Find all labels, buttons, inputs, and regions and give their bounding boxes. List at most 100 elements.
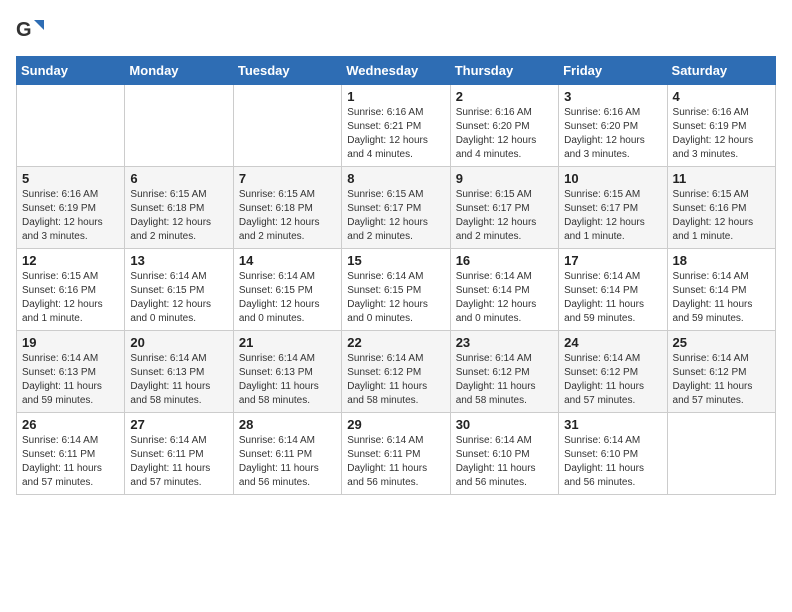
day-cell: 9Sunrise: 6:15 AMSunset: 6:17 PMDaylight…	[450, 167, 558, 249]
day-header-monday: Monday	[125, 57, 233, 85]
day-number: 3	[564, 89, 661, 104]
logo: G	[16, 16, 48, 44]
day-cell: 29 Sunrise: 6:14 AMSunset: 6:11 PMDayligh…	[342, 413, 450, 495]
day-info: Sunrise: 6:16 AMSunset: 6:19 PMDaylight:…	[22, 188, 119, 244]
day-info: Sunrise: 6:14 AMSunset: 6:11 PMDaylight:…	[239, 434, 336, 490]
svg-text:G: G	[16, 19, 32, 41]
day-info: Sunrise: 6:14 AMSunset: 6:11 PMDaylight:…	[130, 434, 227, 490]
day-number: 6	[130, 171, 227, 186]
day-info: Sunrise: 6:15 AMSunset: 6:17 PMDaylight:…	[347, 188, 444, 244]
day-info: Sunrise: 6:14 AMSunset: 6:12 PMDaylight:…	[673, 352, 770, 408]
day-cell: 8Sunrise: 6:15 AMSunset: 6:17 PMDaylight…	[342, 167, 450, 249]
day-number: 18	[673, 253, 770, 268]
week-row-3: 12 Sunrise: 6:15 AMSunset: 6:16 PMDayligh…	[17, 249, 776, 331]
day-cell: 13 Sunrise: 6:14 AMSunset: 6:15 PMDayligh…	[125, 249, 233, 331]
day-number: 29	[347, 417, 444, 432]
day-number: 4	[673, 89, 770, 104]
day-info: Sunrise: 6:14 AMSunset: 6:15 PMDaylight:…	[347, 270, 444, 326]
day-cell: 16 Sunrise: 6:14 AMSunset: 6:14 PMDayligh…	[450, 249, 558, 331]
day-cell: 17 Sunrise: 6:14 AMSunset: 6:14 PMDayligh…	[559, 249, 667, 331]
day-number: 15	[347, 253, 444, 268]
day-cell: 31Sunrise: 6:14 AMSunset: 6:10 PMDayligh…	[559, 413, 667, 495]
day-number: 10	[564, 171, 661, 186]
calendar: SundayMondayTuesdayWednesdayThursdayFrid…	[16, 56, 776, 495]
day-cell: 18 Sunrise: 6:14 AMSunset: 6:14 PMDayligh…	[667, 249, 775, 331]
day-info: Sunrise: 6:15 AMSunset: 6:16 PMDaylight:…	[22, 270, 119, 326]
day-cell: 12 Sunrise: 6:15 AMSunset: 6:16 PMDayligh…	[17, 249, 125, 331]
day-number: 30	[456, 417, 553, 432]
day-cell	[233, 85, 341, 167]
day-number: 9	[456, 171, 553, 186]
day-number: 12	[22, 253, 119, 268]
day-number: 28	[239, 417, 336, 432]
day-info: Sunrise: 6:16 AMSunset: 6:19 PMDaylight:…	[673, 106, 770, 162]
day-info: Sunrise: 6:14 AMSunset: 6:15 PMDaylight:…	[239, 270, 336, 326]
day-cell: 30 Sunrise: 6:14 AMSunset: 6:10 PMDayligh…	[450, 413, 558, 495]
day-number: 5	[22, 171, 119, 186]
day-cell	[125, 85, 233, 167]
week-row-4: 19 Sunrise: 6:14 AMSunset: 6:13 PMDayligh…	[17, 331, 776, 413]
day-info: Sunrise: 6:14 AMSunset: 6:12 PMDaylight:…	[564, 352, 661, 408]
day-cell: 6 Sunrise: 6:15 AMSunset: 6:18 PMDaylight…	[125, 167, 233, 249]
day-info: Sunrise: 6:15 AMSunset: 6:17 PMDaylight:…	[564, 188, 661, 244]
day-number: 27	[130, 417, 227, 432]
day-number: 1	[347, 89, 444, 104]
day-number: 14	[239, 253, 336, 268]
day-header-thursday: Thursday	[450, 57, 558, 85]
day-number: 24	[564, 335, 661, 350]
day-cell: 20Sunrise: 6:14 AMSunset: 6:13 PMDayligh…	[125, 331, 233, 413]
day-cell: 7Sunrise: 6:15 AMSunset: 6:18 PMDaylight…	[233, 167, 341, 249]
day-info: Sunrise: 6:14 AMSunset: 6:14 PMDaylight:…	[564, 270, 661, 326]
day-number: 11	[673, 171, 770, 186]
day-cell: 10 Sunrise: 6:15 AMSunset: 6:17 PMDayligh…	[559, 167, 667, 249]
day-info: Sunrise: 6:14 AMSunset: 6:15 PMDaylight:…	[130, 270, 227, 326]
day-info: Sunrise: 6:15 AMSunset: 6:16 PMDaylight:…	[673, 188, 770, 244]
day-number: 19	[22, 335, 119, 350]
day-cell: 28 Sunrise: 6:14 AMSunset: 6:11 PMDayligh…	[233, 413, 341, 495]
day-cell: 5 Sunrise: 6:16 AMSunset: 6:19 PMDaylight…	[17, 167, 125, 249]
week-row-2: 5 Sunrise: 6:16 AMSunset: 6:19 PMDaylight…	[17, 167, 776, 249]
week-row-5: 26 Sunrise: 6:14 AMSunset: 6:11 PMDayligh…	[17, 413, 776, 495]
day-cell	[17, 85, 125, 167]
day-cell: 15 Sunrise: 6:14 AMSunset: 6:15 PMDayligh…	[342, 249, 450, 331]
day-number: 21	[239, 335, 336, 350]
day-cell: 14 Sunrise: 6:14 AMSunset: 6:15 PMDayligh…	[233, 249, 341, 331]
day-info: Sunrise: 6:16 AMSunset: 6:20 PMDaylight:…	[564, 106, 661, 162]
day-number: 22	[347, 335, 444, 350]
day-info: Sunrise: 6:16 AMSunset: 6:21 PMDaylight:…	[347, 106, 444, 162]
day-info: Sunrise: 6:14 AMSunset: 6:12 PMDaylight:…	[347, 352, 444, 408]
day-cell: 3 Sunrise: 6:16 AMSunset: 6:20 PMDaylight…	[559, 85, 667, 167]
day-number: 17	[564, 253, 661, 268]
day-cell: 21Sunrise: 6:14 AMSunset: 6:13 PMDayligh…	[233, 331, 341, 413]
day-info: Sunrise: 6:14 AMSunset: 6:11 PMDaylight:…	[347, 434, 444, 490]
day-cell: 19 Sunrise: 6:14 AMSunset: 6:13 PMDayligh…	[17, 331, 125, 413]
day-header-sunday: Sunday	[17, 57, 125, 85]
day-info: Sunrise: 6:14 AMSunset: 6:11 PMDaylight:…	[22, 434, 119, 490]
day-number: 13	[130, 253, 227, 268]
day-info: Sunrise: 6:14 AMSunset: 6:14 PMDaylight:…	[456, 270, 553, 326]
day-headers-row: SundayMondayTuesdayWednesdayThursdayFrid…	[17, 57, 776, 85]
day-info: Sunrise: 6:14 AMSunset: 6:13 PMDaylight:…	[22, 352, 119, 408]
day-number: 31	[564, 417, 661, 432]
day-info: Sunrise: 6:14 AMSunset: 6:14 PMDaylight:…	[673, 270, 770, 326]
day-cell: 23 Sunrise: 6:14 AMSunset: 6:12 PMDayligh…	[450, 331, 558, 413]
day-number: 16	[456, 253, 553, 268]
day-info: Sunrise: 6:15 AMSunset: 6:18 PMDaylight:…	[130, 188, 227, 244]
day-cell: 11 Sunrise: 6:15 AMSunset: 6:16 PMDayligh…	[667, 167, 775, 249]
day-info: Sunrise: 6:14 AMSunset: 6:12 PMDaylight:…	[456, 352, 553, 408]
day-cell: 25 Sunrise: 6:14 AMSunset: 6:12 PMDayligh…	[667, 331, 775, 413]
day-cell: 2Sunrise: 6:16 AMSunset: 6:20 PMDaylight…	[450, 85, 558, 167]
day-number: 26	[22, 417, 119, 432]
day-info: Sunrise: 6:14 AMSunset: 6:10 PMDaylight:…	[456, 434, 553, 490]
day-number: 23	[456, 335, 553, 350]
day-header-tuesday: Tuesday	[233, 57, 341, 85]
day-header-friday: Friday	[559, 57, 667, 85]
day-cell: 24 Sunrise: 6:14 AMSunset: 6:12 PMDayligh…	[559, 331, 667, 413]
day-cell: 1 Sunrise: 6:16 AMSunset: 6:21 PMDaylight…	[342, 85, 450, 167]
logo-icon: G	[16, 16, 44, 44]
day-number: 25	[673, 335, 770, 350]
day-header-saturday: Saturday	[667, 57, 775, 85]
day-info: Sunrise: 6:16 AMSunset: 6:20 PMDaylight:…	[456, 106, 553, 162]
day-header-wednesday: Wednesday	[342, 57, 450, 85]
day-cell: 27 Sunrise: 6:14 AMSunset: 6:11 PMDayligh…	[125, 413, 233, 495]
